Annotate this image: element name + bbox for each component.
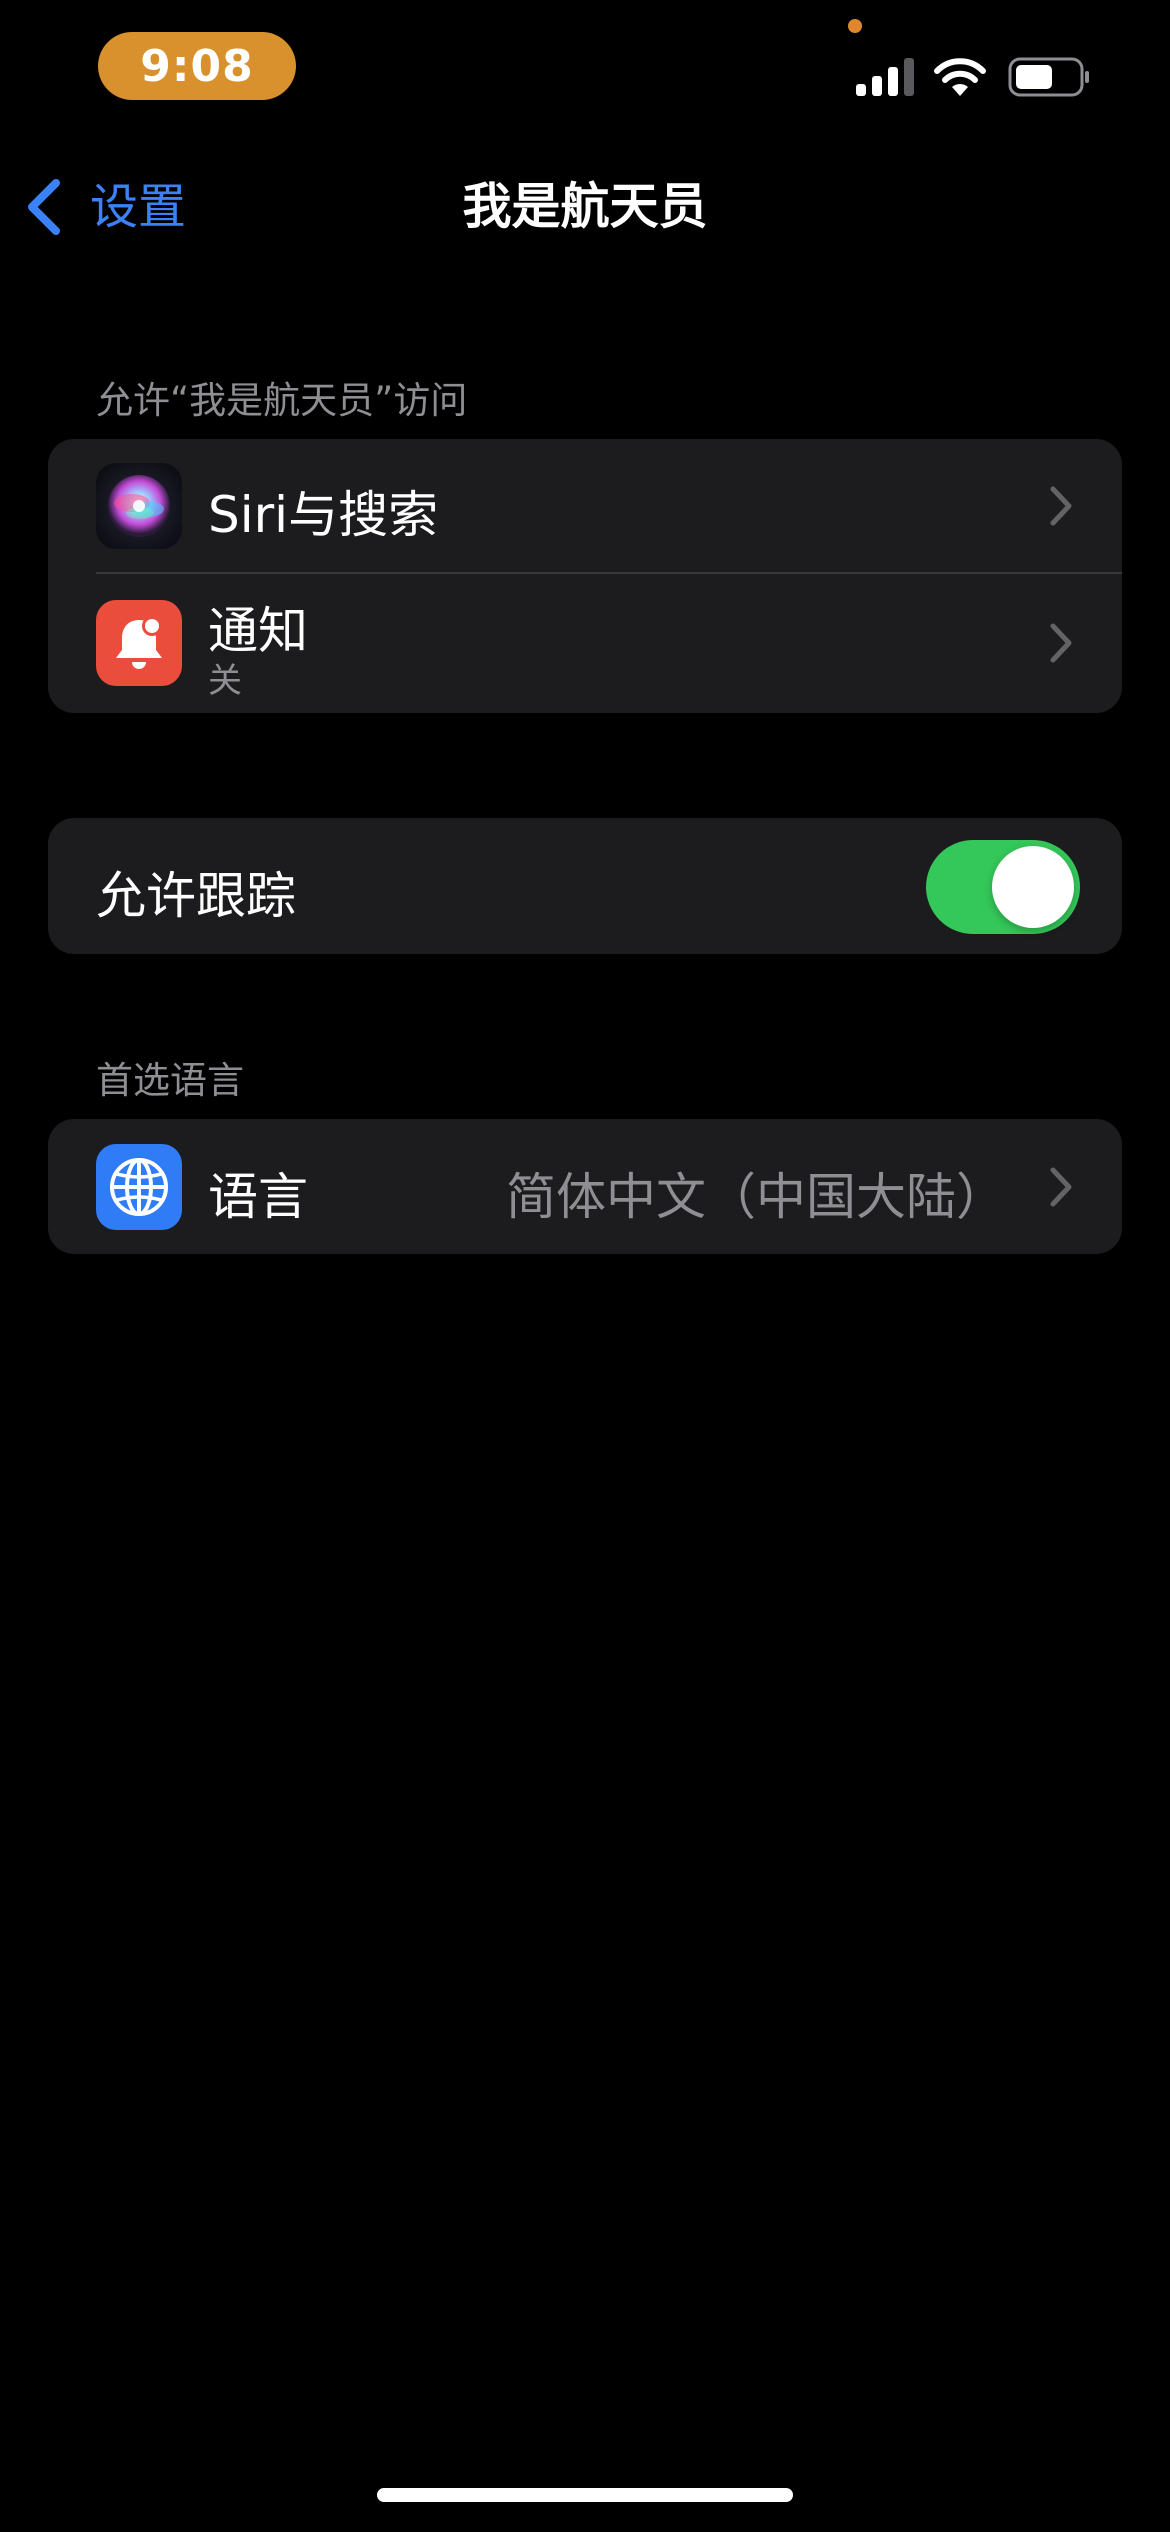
back-button[interactable]: 设置: [24, 160, 186, 254]
signal-icon: [856, 58, 914, 96]
wifi-icon: [934, 58, 986, 96]
language-section-header: 首选语言: [96, 1059, 244, 1102]
language-value: 简体中文（中国大陆）: [506, 1168, 1006, 1226]
home-indicator[interactable]: [377, 2488, 793, 2502]
globe-icon: [96, 1144, 182, 1230]
privacy-indicator-dot: [848, 19, 862, 33]
toggle-knob: [992, 846, 1074, 928]
siri-search-label: Siri与搜索: [208, 486, 439, 544]
language-label: 语言: [208, 1168, 308, 1226]
notifications-status: 关: [208, 661, 242, 701]
notification-bell-icon: [96, 600, 182, 686]
access-group: Siri与搜索 通知 关: [48, 439, 1122, 713]
chevron-left-icon: [28, 179, 60, 235]
nav-bar: 我是航天员 设置: [0, 160, 1170, 254]
chevron-right-icon: [1050, 486, 1072, 526]
chevron-right-icon: [1050, 1167, 1072, 1207]
siri-search-row[interactable]: Siri与搜索: [48, 439, 1122, 573]
allow-tracking-toggle[interactable]: [926, 840, 1080, 934]
access-section-header: 允许“我是航天员”访问: [96, 379, 468, 422]
back-button-label: 设置: [90, 179, 187, 235]
status-bar: 9:08: [0, 0, 1170, 150]
language-row[interactable]: 语言 简体中文（中国大陆）: [48, 1119, 1122, 1254]
allow-tracking-label: 允许跟踪: [96, 867, 296, 925]
status-time: 9:08: [140, 40, 254, 92]
allow-tracking-row: 允许跟踪: [48, 818, 1122, 954]
siri-icon: [96, 463, 182, 549]
battery-icon: [1008, 57, 1089, 97]
tracking-group: 允许跟踪: [48, 818, 1122, 954]
time-pill[interactable]: 9:08: [98, 32, 296, 100]
chevron-right-icon: [1050, 623, 1072, 663]
notifications-row[interactable]: 通知 关: [48, 573, 1122, 713]
language-group: 语言 简体中文（中国大陆）: [48, 1119, 1122, 1254]
